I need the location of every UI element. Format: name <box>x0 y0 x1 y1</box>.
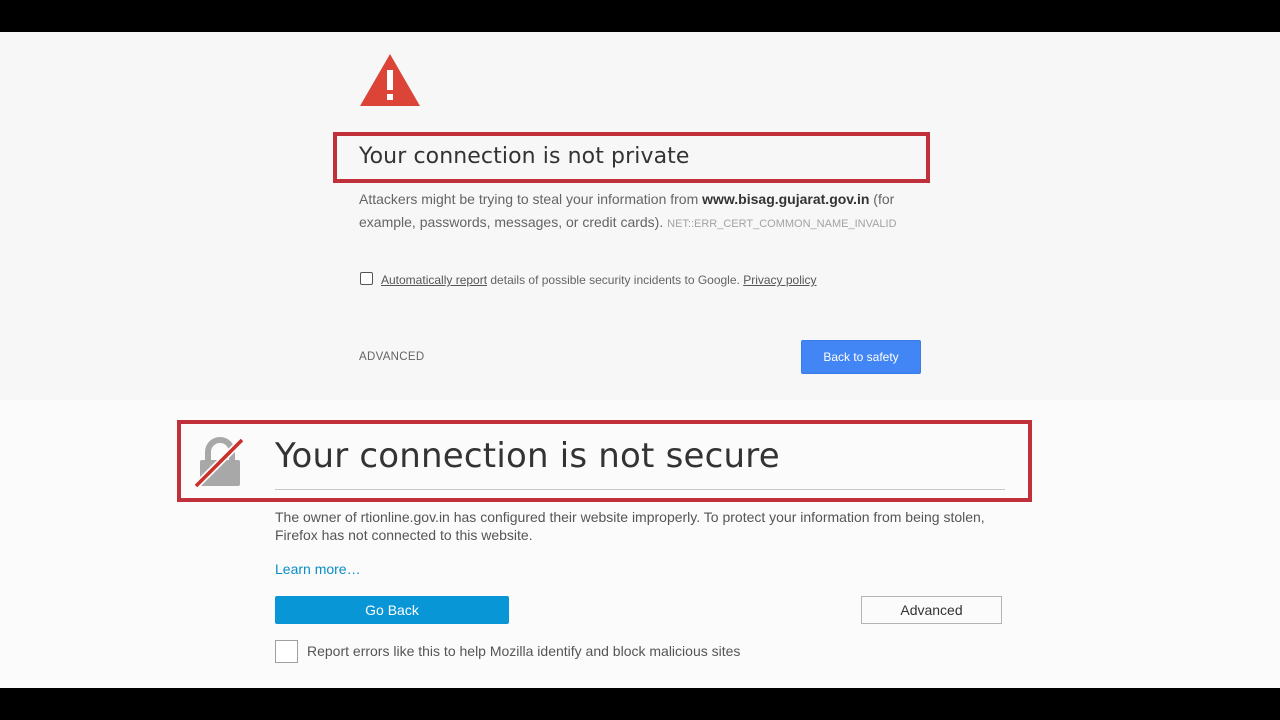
chrome-report-checkbox[interactable] <box>360 272 373 285</box>
chrome-advanced-button[interactable]: ADVANCED <box>359 351 424 363</box>
chrome-error-page: Your connection is not private Attackers… <box>0 32 1280 400</box>
firefox-report-checkbox[interactable] <box>275 640 298 663</box>
firefox-report-label: Report errors like this to help Mozilla … <box>307 643 741 659</box>
warning-triangle-icon <box>360 54 420 106</box>
chrome-report-row: Automatically report details of possible… <box>381 273 817 287</box>
firefox-explanation: The owner of rtionline.gov.in has config… <box>275 509 985 543</box>
firefox-advanced-button[interactable]: Advanced <box>861 596 1002 624</box>
privacy-policy-link[interactable]: Privacy policy <box>743 273 816 287</box>
go-back-button[interactable]: Go Back <box>275 596 509 624</box>
chrome-body-prefix: Attackers might be trying to steal your … <box>359 191 703 207</box>
firefox-page-title: Your connection is not secure <box>275 436 780 476</box>
firefox-error-page: Your connection is not secure The owner … <box>0 400 1280 688</box>
chrome-page-title: Your connection is not private <box>359 144 690 169</box>
broken-lock-icon <box>193 437 245 489</box>
chrome-error-code: NET::ERR_CERT_COMMON_NAME_INVALID <box>667 218 897 230</box>
learn-more-link[interactable]: Learn more… <box>275 561 361 577</box>
back-to-safety-button[interactable]: Back to safety <box>801 340 921 374</box>
report-description: details of possible security incidents t… <box>487 273 744 287</box>
title-divider <box>275 489 1005 490</box>
chrome-domain: www.bisag.gujarat.gov.in <box>702 191 870 207</box>
chrome-explanation: Attackers might be trying to steal your … <box>359 188 919 236</box>
auto-report-link[interactable]: Automatically report <box>381 273 487 287</box>
